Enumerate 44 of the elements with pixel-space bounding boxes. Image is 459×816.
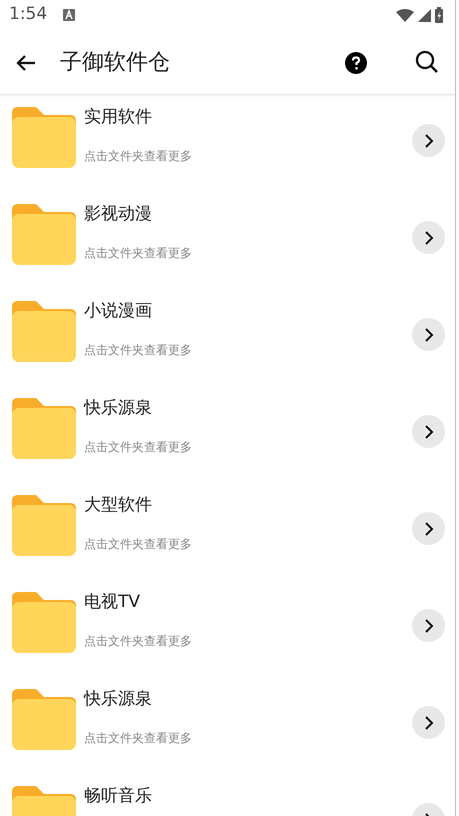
folder-hint: 点击文件夹查看更多: [84, 439, 193, 456]
folder-name: 小说漫画: [84, 301, 153, 322]
folder-icon: [12, 689, 76, 750]
folder-icon: [12, 301, 76, 362]
folder-name: 电视TV: [84, 592, 142, 612]
chevron-right-icon: [424, 522, 434, 536]
chevron-right-icon: [424, 618, 434, 632]
chevron-right-icon: [424, 230, 434, 244]
folder-hint: 点击文件夹查看更多: [84, 633, 193, 650]
chevron-right-icon: [424, 328, 434, 342]
folder-name: 影视动漫: [84, 204, 153, 224]
open-folder-button[interactable]: [412, 706, 445, 739]
folder-icon: [12, 398, 76, 459]
battery-icon: [435, 7, 443, 23]
open-folder-button[interactable]: [412, 221, 445, 254]
open-folder-button[interactable]: [412, 124, 445, 157]
signal-icon: [418, 8, 431, 22]
page-title: 子御软件仓: [60, 48, 170, 76]
folder-hint: 点击文件夹查看更多: [84, 536, 193, 554]
open-folder-button[interactable]: [412, 512, 445, 545]
folder-hint: 点击文件夹查看更多: [84, 148, 193, 166]
folder-name: 畅听音乐: [84, 786, 153, 806]
folder-icon: [12, 204, 76, 265]
folder-icon: [12, 495, 76, 556]
folder-hint: 点击文件夹查看更多: [84, 245, 193, 262]
open-folder-button[interactable]: [412, 318, 445, 351]
search-button[interactable]: [415, 50, 439, 74]
chevron-right-icon: [424, 424, 434, 438]
folder-icon: [12, 107, 76, 168]
folder-icon: [12, 592, 76, 653]
folder-name: 快乐源泉: [84, 398, 153, 418]
folder-name: 实用软件: [84, 107, 153, 128]
open-folder-button[interactable]: [412, 415, 445, 448]
open-folder-button[interactable]: [412, 609, 445, 642]
status-time: 1:54: [9, 3, 48, 26]
folder-hint: 点击文件夹查看更多: [84, 342, 193, 360]
keyboard-a-icon: [63, 9, 76, 21]
folder-hint: 点击文件夹查看更多: [84, 730, 193, 748]
chevron-right-icon: [424, 134, 434, 148]
wifi-icon: [396, 8, 414, 22]
help-button[interactable]: [345, 50, 367, 74]
folder-name: 快乐源泉: [84, 689, 153, 710]
chevron-right-icon: [424, 716, 434, 730]
folder-name: 大型软件: [84, 495, 153, 516]
